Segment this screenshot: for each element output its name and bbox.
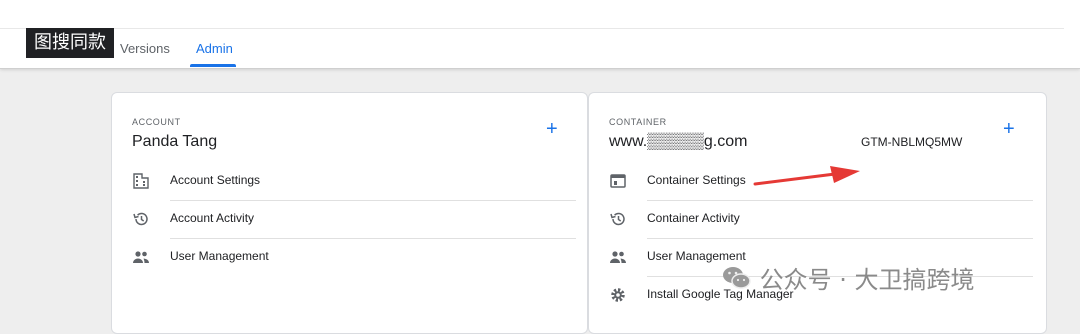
wechat-icon (723, 267, 751, 289)
watermark-text: 公众号 · 大卫搞跨境 (759, 266, 975, 294)
wechat-watermark: 公众号 · 大卫搞跨境 (722, 260, 975, 295)
